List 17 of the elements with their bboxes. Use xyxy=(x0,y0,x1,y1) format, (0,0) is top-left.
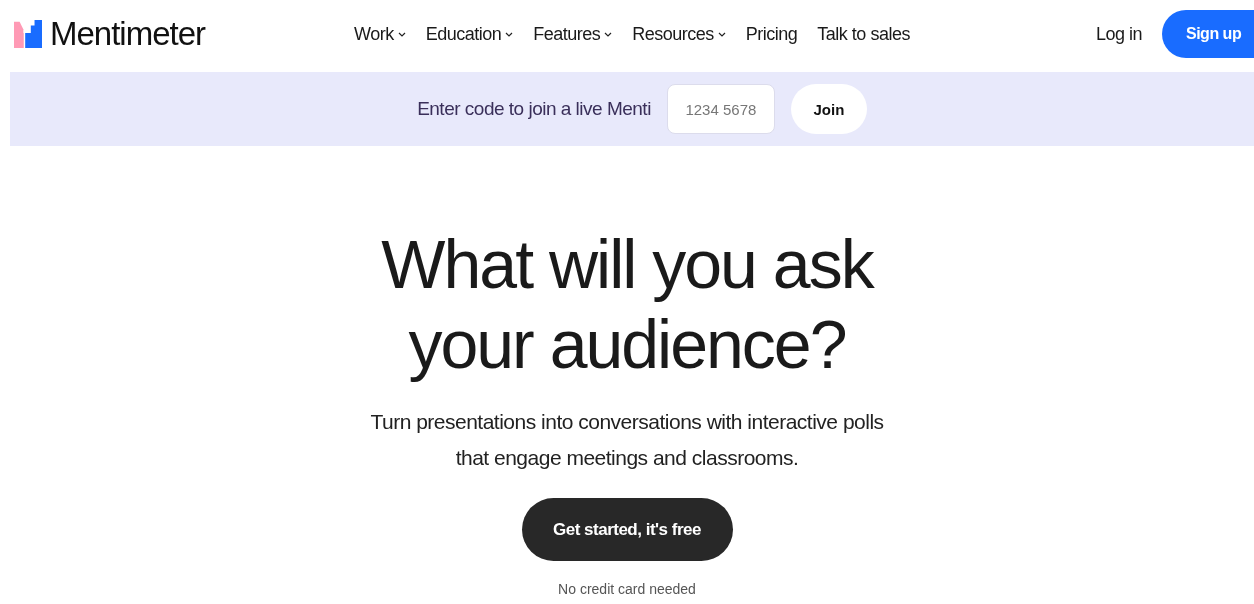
nav-link[interactable]: Work xyxy=(354,23,406,45)
brand-name[interactable]: Mentimeter xyxy=(50,15,206,53)
hero-subtitle: Turn presentations into conversations with interactive polls that engage meetings and classrooms. xyxy=(370,409,884,471)
nav-link[interactable]: Resources xyxy=(632,23,726,45)
get-started-button[interactable]: Get started, it's free xyxy=(521,498,733,561)
nav-link[interactable]: Education xyxy=(425,23,514,45)
hero-heading: What will you ask your audience? xyxy=(381,225,873,384)
login-link[interactable]: Log in xyxy=(1095,23,1142,45)
signup-button[interactable]: Sign up xyxy=(1162,10,1254,58)
code-input-field[interactable]: 1234 5678 xyxy=(666,84,775,134)
nav-link[interactable]: Pricing xyxy=(745,23,798,45)
join-button[interactable]: Join xyxy=(790,84,867,134)
nav-link[interactable]: Features xyxy=(533,23,613,45)
join-prompt: Enter code to join a live Menti xyxy=(417,98,651,120)
no-card-note: No credit card needed xyxy=(558,581,696,597)
logo-icon xyxy=(14,20,42,48)
nav-link[interactable]: Talk to sales xyxy=(817,23,910,45)
